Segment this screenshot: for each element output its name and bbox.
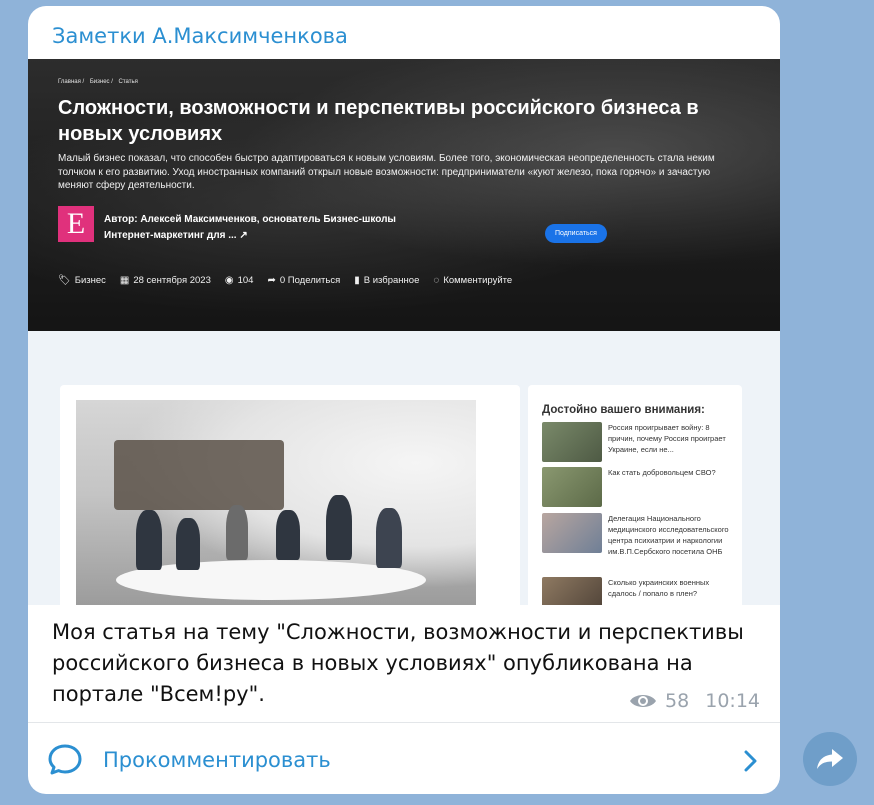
meta-comment: ◌ Комментируйте	[433, 275, 513, 286]
recommendation-thumbnail	[542, 577, 602, 605]
breadcrumb-item: Статья	[118, 79, 138, 85]
meta-category: 🏷 Бизнес	[58, 275, 106, 286]
recommendation-thumbnail	[542, 467, 602, 507]
article-hero: Главная / Бизнес / Статья Сложности, воз…	[28, 59, 780, 331]
meta-views: ◉ 104	[224, 275, 254, 286]
message-bubble: Заметки А.Максимченкова Главная / Бизнес…	[28, 6, 780, 794]
meta-share: ➦ 0 Поделиться	[267, 275, 341, 286]
breadcrumb-item: Главная /	[58, 79, 85, 85]
author-info: Автор: Алексей Максимченков, основатель …	[104, 212, 414, 244]
author-line: Интернет-маркетинг для ... ↗	[104, 230, 248, 241]
recommendation-item: Делегация Национального медицинского исс…	[542, 513, 734, 557]
share-button[interactable]	[803, 732, 857, 786]
message-time: 10:14	[705, 690, 760, 712]
comment-icon: ◌	[433, 275, 440, 286]
article-image-card	[60, 385, 520, 605]
tag-icon: 🏷	[58, 275, 71, 286]
article-lead: Малый бизнес показал, что способен быстр…	[58, 153, 715, 191]
author-line: Автор: Алексей Максимченков, основатель …	[104, 214, 396, 225]
breadcrumb: Главная / Бизнес / Статья	[58, 79, 142, 85]
subscribe-button: Подписаться	[545, 224, 607, 243]
article-title: Сложности, возможности и перспективы рос…	[58, 97, 699, 145]
bookmark-icon: ▮	[354, 275, 360, 286]
recommendation-item: Сколько украинских военных сдалось / поп…	[542, 577, 734, 605]
view-count: 58	[665, 690, 690, 712]
article-meta: 🏷 Бизнес ▦ 28 сентября 2023 ◉ 104 ➦ 0 Подели…	[58, 275, 512, 286]
comment-button[interactable]: Прокомментировать	[28, 723, 780, 794]
message-stats: 58 10:14	[629, 690, 760, 712]
channel-title[interactable]: Заметки А.Максимченкова	[52, 24, 348, 48]
author-logo: E	[58, 206, 94, 242]
eye-icon: ◉	[224, 275, 234, 286]
external-link-icon: ↗	[239, 230, 248, 241]
share-arrow-icon	[817, 749, 843, 769]
recommendation-item: Как стать добровольцем СВО?	[542, 467, 734, 507]
recommendations-card: Достойно вашего внимания: Россия проигры…	[528, 385, 742, 605]
share-icon: ➦	[267, 275, 276, 286]
breadcrumb-item: Бизнес /	[89, 79, 113, 85]
chevron-right-icon	[744, 750, 757, 772]
calendar-icon: ▦	[119, 275, 130, 286]
recommendation-thumbnail	[542, 422, 602, 462]
comment-bubble-icon	[48, 744, 82, 775]
recommendation-item: Россия проигрывает войну: 8 причин, поче…	[542, 422, 734, 462]
eye-icon	[630, 695, 657, 707]
office-meeting-photo	[76, 400, 476, 605]
link-preview-image[interactable]: Главная / Бизнес / Статья Сложности, воз…	[28, 59, 780, 605]
recommendations-title: Достойно вашего внимания:	[542, 404, 705, 416]
comment-label: Прокомментировать	[103, 748, 331, 772]
meta-date: ▦ 28 сентября 2023	[119, 275, 211, 286]
recommendation-thumbnail	[542, 513, 602, 553]
meta-favorites: ▮ В избранное	[354, 275, 420, 286]
